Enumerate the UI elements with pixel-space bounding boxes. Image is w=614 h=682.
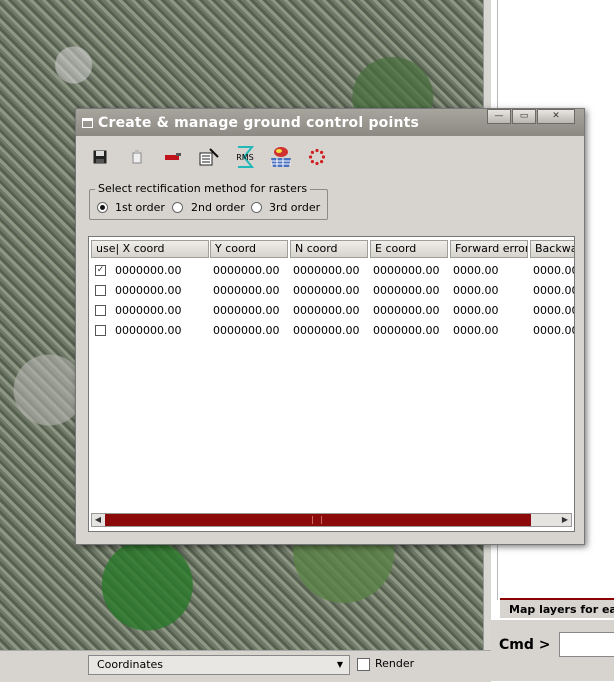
table-row[interactable]: 0000000.00 0000000.00 0000000.00 0000000.00…: [89, 281, 574, 301]
cell-x[interactable]: 0000000.00: [115, 284, 181, 297]
display-mode-select[interactable]: Coordinates ▼: [88, 655, 350, 675]
col-header-forward-error[interactable]: Forward error: [450, 240, 528, 258]
use-checkbox[interactable]: [95, 285, 106, 296]
rms-label: RMS: [236, 153, 254, 162]
titlebar[interactable]: Create & manage ground control points — …: [76, 109, 584, 136]
col-header-e[interactable]: E coord: [370, 240, 448, 258]
cell-x[interactable]: 0000000.00: [115, 324, 181, 337]
georectify-icon[interactable]: [197, 145, 221, 169]
cell-fwd[interactable]: 0000.00: [453, 284, 499, 297]
radio-2nd-order-label[interactable]: 2nd order: [191, 201, 245, 214]
use-checkbox[interactable]: [95, 325, 106, 336]
dropdown-arrow-icon[interactable]: ▼: [333, 658, 347, 672]
cell-bwd[interactable]: 0000.00: [533, 324, 574, 337]
radio-1st-order[interactable]: [97, 202, 108, 213]
display-mode-value: Coordinates: [97, 658, 164, 671]
cell-n[interactable]: 0000000.00: [293, 304, 359, 317]
dialog-title: Create & manage ground control points: [98, 115, 420, 131]
radio-3rd-order-label[interactable]: 3rd order: [269, 201, 320, 214]
minimize-button[interactable]: —: [487, 109, 511, 124]
cell-n[interactable]: 0000000.00: [293, 324, 359, 337]
cell-fwd[interactable]: 0000.00: [453, 264, 499, 277]
statusbar: Coordinates ▼ Render: [0, 650, 491, 682]
close-button[interactable]: ✕: [537, 109, 575, 124]
cell-n[interactable]: 0000000.00: [293, 284, 359, 297]
cell-e[interactable]: 0000000.00: [373, 264, 439, 277]
cell-y[interactable]: 0000000.00: [213, 324, 279, 337]
rectification-legend: Select rectification method for rasters: [95, 182, 311, 195]
help-icon[interactable]: [305, 145, 329, 169]
col-header-n[interactable]: N coord: [290, 240, 368, 258]
cell-bwd[interactable]: 0000.00: [533, 304, 574, 317]
use-checkbox[interactable]: [95, 305, 106, 316]
rms-icon[interactable]: RMS: [233, 145, 257, 169]
cell-n[interactable]: 0000000.00: [293, 264, 359, 277]
cell-y[interactable]: 0000000.00: [213, 264, 279, 277]
cell-fwd[interactable]: 0000.00: [453, 304, 499, 317]
cmd-label: Cmd >: [499, 637, 551, 653]
save-icon[interactable]: [88, 145, 112, 169]
cell-bwd[interactable]: 0000.00: [533, 264, 574, 277]
col-header-use-x[interactable]: use| X coord: [91, 240, 209, 258]
cell-bwd[interactable]: 0000.00: [533, 284, 574, 297]
cell-y[interactable]: 0000000.00: [213, 304, 279, 317]
col-header-backward-error[interactable]: Backward error: [530, 240, 574, 258]
cmd-input[interactable]: [559, 632, 614, 657]
gcp-table: use| X coord Y coord N coord E coord For…: [88, 236, 575, 532]
scroll-right-icon[interactable]: ▶: [559, 514, 571, 526]
radio-2nd-order[interactable]: [172, 202, 183, 213]
command-bar: Cmd >: [491, 620, 614, 681]
cell-fwd[interactable]: 0000.00: [453, 324, 499, 337]
table-row[interactable]: 0000000.00 0000000.00 0000000.00 0000000.00…: [89, 321, 574, 341]
scrollbar-thumb[interactable]: [105, 514, 531, 526]
radio-1st-order-label[interactable]: 1st order: [115, 201, 165, 214]
cell-e[interactable]: 0000000.00: [373, 284, 439, 297]
tab-map-layers[interactable]: Map layers for each display: [500, 598, 614, 618]
cell-e[interactable]: 0000000.00: [373, 324, 439, 337]
render-checkbox[interactable]: [357, 658, 370, 671]
settings-icon[interactable]: [269, 145, 293, 169]
cell-y[interactable]: 0000000.00: [213, 284, 279, 297]
table-row[interactable]: ✓ 0000000.00 0000000.00 0000000.00 0000000.0…: [89, 261, 574, 281]
horizontal-scrollbar[interactable]: ◀ ▶: [91, 513, 572, 527]
cell-e[interactable]: 0000000.00: [373, 304, 439, 317]
window-icon: [82, 118, 93, 128]
col-header-y[interactable]: Y coord: [210, 240, 288, 258]
cell-x[interactable]: 0000000.00: [115, 304, 181, 317]
clear-icon[interactable]: [125, 145, 149, 169]
use-checkbox[interactable]: ✓: [95, 265, 106, 276]
scroll-left-icon[interactable]: ◀: [92, 514, 104, 526]
radio-3rd-order[interactable]: [251, 202, 262, 213]
render-label: Render: [375, 657, 415, 670]
cell-x[interactable]: 0000000.00: [115, 264, 181, 277]
gcp-manager-dialog: Create & manage ground control points — …: [75, 108, 585, 545]
table-row[interactable]: 0000000.00 0000000.00 0000000.00 0000000.00…: [89, 301, 574, 321]
delete-point-icon[interactable]: [161, 145, 185, 169]
maximize-button[interactable]: ▭: [512, 109, 536, 124]
scroll-grip: [312, 516, 322, 524]
